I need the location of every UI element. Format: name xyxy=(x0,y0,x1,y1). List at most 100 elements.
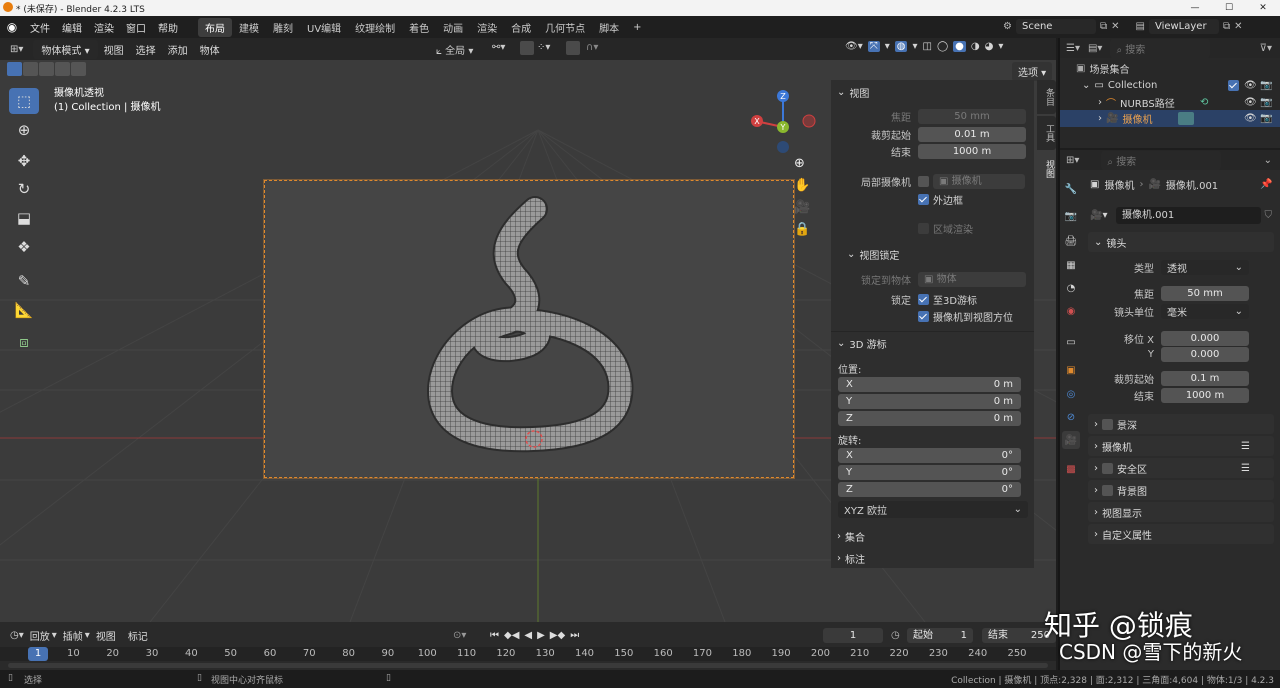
current-frame-field[interactable]: 1 xyxy=(823,627,883,643)
shading-dropdown-icon[interactable]: ▾ xyxy=(998,41,1003,52)
tab-scripting[interactable]: 脚本 xyxy=(592,18,626,37)
jump-end-icon[interactable]: ⏭ xyxy=(570,630,579,641)
render-tab-icon[interactable]: 📷 xyxy=(1062,207,1080,225)
preset-list-icon[interactable]: ☰ xyxy=(1241,441,1250,452)
tab-layout[interactable]: 布局 xyxy=(198,17,232,37)
outliner-row-nurbs[interactable]: › ⌒ NURBS路径 ⟲ 👁 📷 xyxy=(1060,94,1280,111)
view-layer-field[interactable]: ViewLayer xyxy=(1148,19,1219,34)
background-images-section-header[interactable]: › 背景图 xyxy=(1088,480,1274,500)
local-camera-field[interactable]: ▣ 摄像机 xyxy=(933,174,1025,189)
measure-tool-icon[interactable]: 📐 xyxy=(9,297,39,323)
world-tab-icon[interactable]: ◉ xyxy=(1062,302,1080,320)
select-extend-icon[interactable] xyxy=(23,62,38,76)
cursor-tool-icon[interactable]: ⊕ xyxy=(9,117,39,143)
outliner-display-mode-icon[interactable]: ▤▾ xyxy=(1088,43,1102,54)
preview-range-icon[interactable]: ◷ xyxy=(891,630,900,641)
cursor-pos-y-field[interactable]: Y 0 m xyxy=(838,394,1021,409)
filter-icon[interactable]: ⊽▾ xyxy=(1260,43,1272,54)
scene-tab-icon[interactable]: ◔ xyxy=(1062,279,1080,297)
pin-icon[interactable]: 📌 xyxy=(1260,179,1272,190)
menu-window[interactable]: 窗口 xyxy=(120,20,152,35)
pan-hand-icon[interactable]: ✋ xyxy=(794,178,810,193)
dof-checkbox[interactable] xyxy=(1102,418,1113,430)
prop-clip-end-field[interactable]: 1000 m xyxy=(1161,388,1249,403)
tab-sculpting[interactable]: 雕刻 xyxy=(266,18,300,37)
outliner-editor-icon[interactable]: ☰▾ xyxy=(1066,43,1080,54)
menu-edit[interactable]: 编辑 xyxy=(56,20,88,35)
maximize-icon[interactable]: ☐ xyxy=(1212,0,1246,16)
mode-dropdown[interactable]: 物体模式 ▾ xyxy=(33,39,98,59)
navigation-gizmo[interactable]: Z Y X xyxy=(745,86,825,166)
prop-clip-start-field[interactable]: 0.1 m xyxy=(1161,371,1249,386)
render-camera-icon[interactable]: 📷 xyxy=(1260,97,1272,108)
tab-shading[interactable]: 着色 xyxy=(402,18,436,37)
tab-animation[interactable]: 动画 xyxy=(436,18,470,37)
camera-to-view-checkbox[interactable] xyxy=(918,311,929,322)
cursor-pos-x-field[interactable]: X 0 m xyxy=(838,377,1021,392)
autokey-icon[interactable]: ⊙▾ xyxy=(453,630,466,641)
datablock-browse-icon[interactable]: 🎥▾ xyxy=(1090,210,1116,221)
prev-keyframe-icon[interactable]: ◆◀ xyxy=(504,630,519,641)
collection-section-header[interactable]: › 集合 xyxy=(831,526,865,546)
eye-icon[interactable]: 👁 xyxy=(1244,97,1257,108)
lens-section-header[interactable]: ⌄ 镜头 xyxy=(1088,232,1274,252)
fake-user-shield-icon[interactable]: ⛉ xyxy=(1265,210,1273,221)
scene-field[interactable]: Scene xyxy=(1015,19,1096,34)
menu-help[interactable]: 帮助 xyxy=(152,20,184,35)
camera-data-tab-icon[interactable]: 🎥 xyxy=(1062,431,1080,449)
timeline-scrollbar[interactable] xyxy=(8,663,1048,668)
viewport-display-section-header[interactable]: › 视图显示 xyxy=(1088,502,1274,522)
snap-target-icon[interactable]: ⁘▾ xyxy=(537,42,550,53)
annotation-section-header[interactable]: › 标注 xyxy=(831,548,865,568)
background-images-checkbox[interactable] xyxy=(1102,484,1113,496)
cursor-rot-y-field[interactable]: Y 0° xyxy=(838,465,1021,480)
focal-field[interactable]: 50 mm xyxy=(918,109,1026,124)
tab-geometry-nodes[interactable]: 几何节点 xyxy=(538,18,592,37)
proportional-edit-icon[interactable] xyxy=(566,41,580,55)
scene-collection-row[interactable]: ▣ 场景集合 xyxy=(1060,60,1280,77)
dof-section-header[interactable]: › 景深 xyxy=(1088,414,1274,434)
blender-menu-icon[interactable]: ◉ xyxy=(0,20,24,34)
local-camera-checkbox[interactable] xyxy=(918,176,929,187)
tab-item[interactable]: 条目 xyxy=(1037,80,1056,114)
new-scene-icon[interactable]: ⧉ xyxy=(1100,21,1107,32)
menu-render[interactable]: 渲染 xyxy=(88,20,120,35)
transform-orientation-dropdown[interactable]: ⟀ 全局 ▾ xyxy=(436,42,473,57)
rotate-tool-icon[interactable]: ↻ xyxy=(9,176,39,202)
editor-type-icon[interactable]: ⊞▾ xyxy=(10,44,23,55)
properties-options-icon[interactable]: ⌄ xyxy=(1264,155,1272,166)
add-cube-tool-icon[interactable]: ⧈ xyxy=(9,329,39,355)
xray-icon[interactable]: ◫ xyxy=(923,41,932,52)
render-camera-icon[interactable]: 📷 xyxy=(1260,80,1272,91)
properties-editor-icon[interactable]: ⊞▾ xyxy=(1066,155,1079,166)
expand-icon[interactable]: ⌄ xyxy=(1082,80,1090,91)
expand-icon[interactable]: › xyxy=(1098,113,1102,124)
view-layer-tab-icon[interactable]: ▦ xyxy=(1062,256,1080,274)
marker-menu[interactable]: 标记 xyxy=(122,628,154,643)
pivot-icon[interactable]: ⚯▾ xyxy=(492,42,505,53)
lock-icon[interactable]: 🔒 xyxy=(794,222,810,237)
lens-unit-dropdown[interactable]: 毫米 ⌄ xyxy=(1161,304,1249,319)
view-layer-icon[interactable]: ▤ xyxy=(1136,21,1145,32)
cursor-rot-z-field[interactable]: Z 0° xyxy=(838,482,1021,497)
clip-end-field[interactable]: 1000 m xyxy=(918,144,1026,159)
scale-tool-icon[interactable]: ⬓ xyxy=(9,205,39,231)
tab-texture-paint[interactable]: 纹理绘制 xyxy=(348,18,402,37)
collection-tab-icon[interactable]: ▭ xyxy=(1062,333,1080,351)
output-tab-icon[interactable]: 🖨 xyxy=(1062,232,1080,250)
properties-search-input[interactable]: ⌕ 搜索 xyxy=(1101,150,1222,170)
expand-icon[interactable]: › xyxy=(1098,97,1102,108)
custom-properties-section-header[interactable]: › 自定义属性 xyxy=(1088,524,1274,544)
clip-start-field[interactable]: 0.01 m xyxy=(918,127,1026,142)
menu-file[interactable]: 文件 xyxy=(24,20,56,35)
outer-frame-checkbox[interactable] xyxy=(918,194,929,205)
prop-focal-field[interactable]: 50 mm xyxy=(1161,286,1249,301)
tool-tab-icon[interactable]: 🔧 xyxy=(1062,180,1080,198)
scene-icon[interactable]: ⚙ xyxy=(1003,21,1012,32)
lock-cursor-checkbox[interactable] xyxy=(918,294,929,305)
collection-checkbox[interactable] xyxy=(1228,80,1239,91)
safe-areas-checkbox[interactable] xyxy=(1102,462,1113,474)
camera-section-header[interactable]: › 摄像机 ☰ xyxy=(1088,436,1274,456)
shift-x-field[interactable]: 0.000 xyxy=(1161,331,1249,346)
cursor-section-header[interactable]: ⌄ 3D 游标 xyxy=(831,333,887,353)
